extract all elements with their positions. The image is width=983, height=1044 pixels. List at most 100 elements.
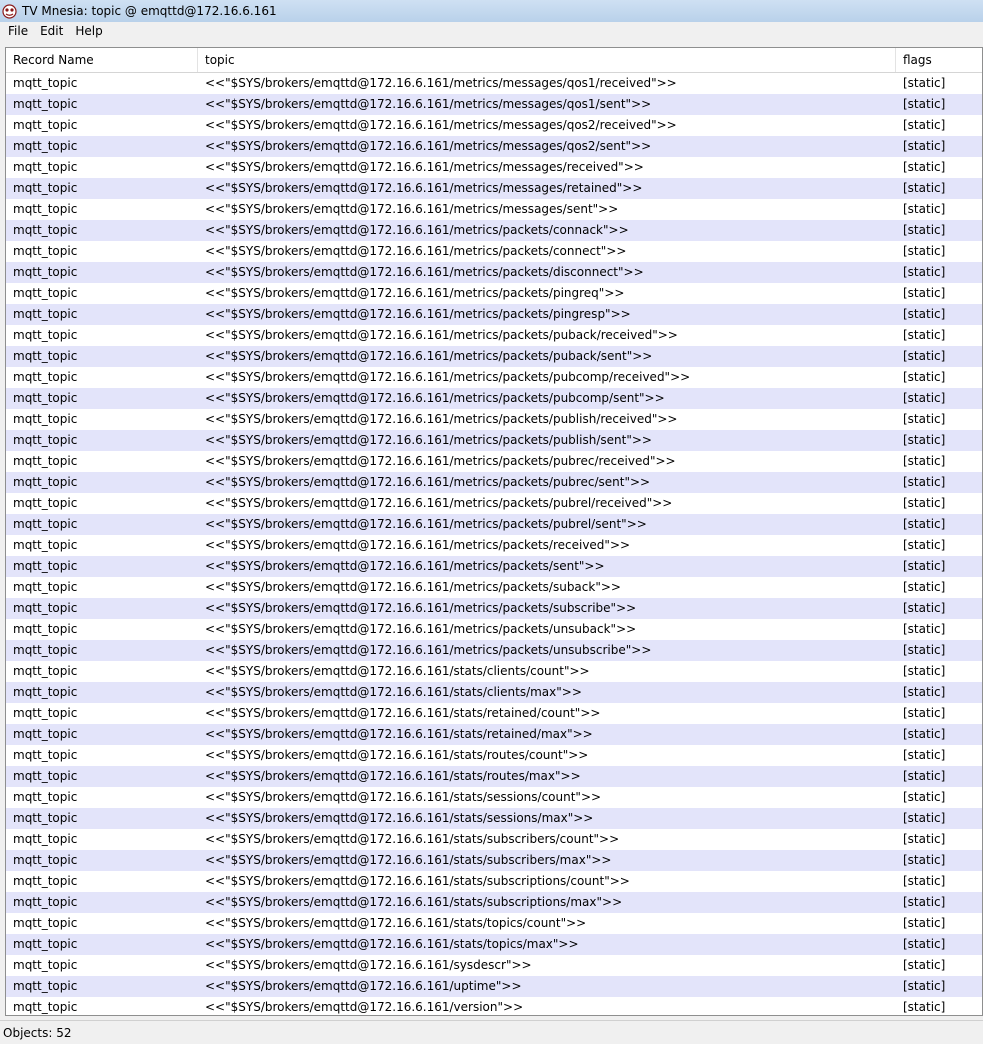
cell-flags: [static] (903, 790, 946, 804)
table-row[interactable]: mqtt_topic <<"$SYS/brokers/emqttd@172.16.… (6, 829, 982, 850)
table-row[interactable]: mqtt_topic <<"$SYS/brokers/emqttd@172.16.… (6, 703, 982, 724)
cell-topic: <<"$SYS/brokers/emqttd@172.16.6.161/metr… (205, 181, 643, 195)
cell-flags: [static] (903, 559, 946, 573)
menu-edit[interactable]: Edit (34, 22, 69, 41)
table-row[interactable]: mqtt_topic <<"$SYS/brokers/emqttd@172.16.… (6, 430, 982, 451)
table-row[interactable]: mqtt_topic <<"$SYS/brokers/emqttd@172.16.… (6, 304, 982, 325)
cell-record-name: mqtt_topic (13, 643, 78, 657)
cell-record-name: mqtt_topic (13, 223, 78, 237)
records-table: Record Name topic flags mqtt_topic <<"$SY… (5, 47, 983, 1016)
table-row[interactable]: mqtt_topic <<"$SYS/brokers/emqttd@172.16.… (6, 787, 982, 808)
cell-topic: <<"$SYS/brokers/emqttd@172.16.6.161/metr… (205, 622, 637, 636)
cell-flags: [static] (903, 748, 946, 762)
cell-flags: [static] (903, 769, 946, 783)
table-row[interactable]: mqtt_topic <<"$SYS/brokers/emqttd@172.16.… (6, 178, 982, 199)
cell-flags: [static] (903, 97, 946, 111)
table-row[interactable]: mqtt_topic <<"$SYS/brokers/emqttd@172.16.… (6, 619, 982, 640)
table-row[interactable]: mqtt_topic <<"$SYS/brokers/emqttd@172.16.… (6, 451, 982, 472)
table-row[interactable]: mqtt_topic <<"$SYS/brokers/emqttd@172.16.… (6, 241, 982, 262)
table-row[interactable]: mqtt_topic <<"$SYS/brokers/emqttd@172.16.… (6, 514, 982, 535)
table-row[interactable]: mqtt_topic <<"$SYS/brokers/emqttd@172.16.… (6, 346, 982, 367)
table-row[interactable]: mqtt_topic <<"$SYS/brokers/emqttd@172.16.… (6, 976, 982, 997)
cell-topic: <<"$SYS/brokers/emqttd@172.16.6.161/metr… (205, 454, 676, 468)
cell-record-name: mqtt_topic (13, 853, 78, 867)
cell-record-name: mqtt_topic (13, 811, 78, 825)
cell-flags: [static] (903, 202, 946, 216)
cell-topic: <<"$SYS/brokers/emqttd@172.16.6.161/metr… (205, 538, 631, 552)
column-header-topic[interactable]: topic (198, 48, 896, 72)
table-row[interactable]: mqtt_topic <<"$SYS/brokers/emqttd@172.16.… (6, 997, 982, 1015)
cell-record-name: mqtt_topic (13, 286, 78, 300)
table-row[interactable]: mqtt_topic <<"$SYS/brokers/emqttd@172.16.… (6, 892, 982, 913)
table-row[interactable]: mqtt_topic <<"$SYS/brokers/emqttd@172.16.… (6, 766, 982, 787)
cell-record-name: mqtt_topic (13, 538, 78, 552)
cell-flags: [static] (903, 349, 946, 363)
cell-flags: [static] (903, 370, 946, 384)
table-row[interactable]: mqtt_topic <<"$SYS/brokers/emqttd@172.16.… (6, 199, 982, 220)
column-header-flags[interactable]: flags (896, 48, 982, 72)
cell-topic: <<"$SYS/brokers/emqttd@172.16.6.161/metr… (205, 496, 673, 510)
cell-record-name: mqtt_topic (13, 349, 78, 363)
cell-record-name: mqtt_topic (13, 1000, 78, 1014)
column-header-record-name[interactable]: Record Name (6, 48, 198, 72)
object-count: Objects: 52 (3, 1025, 72, 1040)
app-icon (2, 3, 17, 19)
table-row[interactable]: mqtt_topic <<"$SYS/brokers/emqttd@172.16.… (6, 388, 982, 409)
table-row[interactable]: mqtt_topic <<"$SYS/brokers/emqttd@172.16.… (6, 325, 982, 346)
table-row[interactable]: mqtt_topic <<"$SYS/brokers/emqttd@172.16.… (6, 745, 982, 766)
cell-record-name: mqtt_topic (13, 559, 78, 573)
cell-record-name: mqtt_topic (13, 874, 78, 888)
table-row[interactable]: mqtt_topic <<"$SYS/brokers/emqttd@172.16.… (6, 955, 982, 976)
table-row[interactable]: mqtt_topic <<"$SYS/brokers/emqttd@172.16.… (6, 493, 982, 514)
cell-flags: [static] (903, 979, 946, 993)
cell-flags: [static] (903, 832, 946, 846)
menu-help[interactable]: Help (69, 22, 108, 41)
cell-flags: [static] (903, 160, 946, 174)
table-row[interactable]: mqtt_topic <<"$SYS/brokers/emqttd@172.16.… (6, 94, 982, 115)
table-row[interactable]: mqtt_topic <<"$SYS/brokers/emqttd@172.16.… (6, 640, 982, 661)
cell-topic: <<"$SYS/brokers/emqttd@172.16.6.161/stat… (205, 916, 587, 930)
table-row[interactable]: mqtt_topic <<"$SYS/brokers/emqttd@172.16.… (6, 808, 982, 829)
table-row[interactable]: mqtt_topic <<"$SYS/brokers/emqttd@172.16.… (6, 661, 982, 682)
cell-record-name: mqtt_topic (13, 706, 78, 720)
menu-file[interactable]: File (2, 22, 34, 41)
table-row[interactable]: mqtt_topic <<"$SYS/brokers/emqttd@172.16.… (6, 682, 982, 703)
table-row[interactable]: mqtt_topic <<"$SYS/brokers/emqttd@172.16.… (6, 136, 982, 157)
cell-record-name: mqtt_topic (13, 685, 78, 699)
cell-flags: [static] (903, 433, 946, 447)
cell-topic: <<"$SYS/brokers/emqttd@172.16.6.161/stat… (205, 769, 581, 783)
table-row[interactable]: mqtt_topic <<"$SYS/brokers/emqttd@172.16.… (6, 577, 982, 598)
table-row[interactable]: mqtt_topic <<"$SYS/brokers/emqttd@172.16.… (6, 367, 982, 388)
table-row[interactable]: mqtt_topic <<"$SYS/brokers/emqttd@172.16.… (6, 598, 982, 619)
cell-record-name: mqtt_topic (13, 895, 78, 909)
table-row[interactable]: mqtt_topic <<"$SYS/brokers/emqttd@172.16.… (6, 934, 982, 955)
cell-topic: <<"$SYS/brokers/emqttd@172.16.6.161/metr… (205, 223, 629, 237)
table-row[interactable]: mqtt_topic <<"$SYS/brokers/emqttd@172.16.… (6, 871, 982, 892)
cell-record-name: mqtt_topic (13, 328, 78, 342)
cell-record-name: mqtt_topic (13, 748, 78, 762)
table-row[interactable]: mqtt_topic <<"$SYS/brokers/emqttd@172.16.… (6, 409, 982, 430)
table-row[interactable]: mqtt_topic <<"$SYS/brokers/emqttd@172.16.… (6, 913, 982, 934)
table-row[interactable]: mqtt_topic <<"$SYS/brokers/emqttd@172.16.… (6, 556, 982, 577)
table-row[interactable]: mqtt_topic <<"$SYS/brokers/emqttd@172.16.… (6, 283, 982, 304)
cell-flags: [static] (903, 517, 946, 531)
cell-record-name: mqtt_topic (13, 160, 78, 174)
table-row[interactable]: mqtt_topic <<"$SYS/brokers/emqttd@172.16.… (6, 472, 982, 493)
cell-flags: [static] (903, 853, 946, 867)
cell-topic: <<"$SYS/brokers/emqttd@172.16.6.161/metr… (205, 160, 644, 174)
table-row[interactable]: mqtt_topic <<"$SYS/brokers/emqttd@172.16.… (6, 115, 982, 136)
table-row[interactable]: mqtt_topic <<"$SYS/brokers/emqttd@172.16.… (6, 220, 982, 241)
cell-record-name: mqtt_topic (13, 244, 78, 258)
table-row[interactable]: mqtt_topic <<"$SYS/brokers/emqttd@172.16.… (6, 157, 982, 178)
table-row[interactable]: mqtt_topic <<"$SYS/brokers/emqttd@172.16.… (6, 535, 982, 556)
cell-flags: [static] (903, 307, 946, 321)
cell-topic: <<"$SYS/brokers/emqttd@172.16.6.161/metr… (205, 475, 651, 489)
table-row[interactable]: mqtt_topic <<"$SYS/brokers/emqttd@172.16.… (6, 850, 982, 871)
cell-record-name: mqtt_topic (13, 769, 78, 783)
cell-topic: <<"$SYS/brokers/emqttd@172.16.6.161/metr… (205, 559, 605, 573)
table-row[interactable]: mqtt_topic <<"$SYS/brokers/emqttd@172.16.… (6, 73, 982, 94)
cell-flags: [static] (903, 454, 946, 468)
table-row[interactable]: mqtt_topic <<"$SYS/brokers/emqttd@172.16.… (6, 262, 982, 283)
cell-record-name: mqtt_topic (13, 601, 78, 615)
table-row[interactable]: mqtt_topic <<"$SYS/brokers/emqttd@172.16.… (6, 724, 982, 745)
